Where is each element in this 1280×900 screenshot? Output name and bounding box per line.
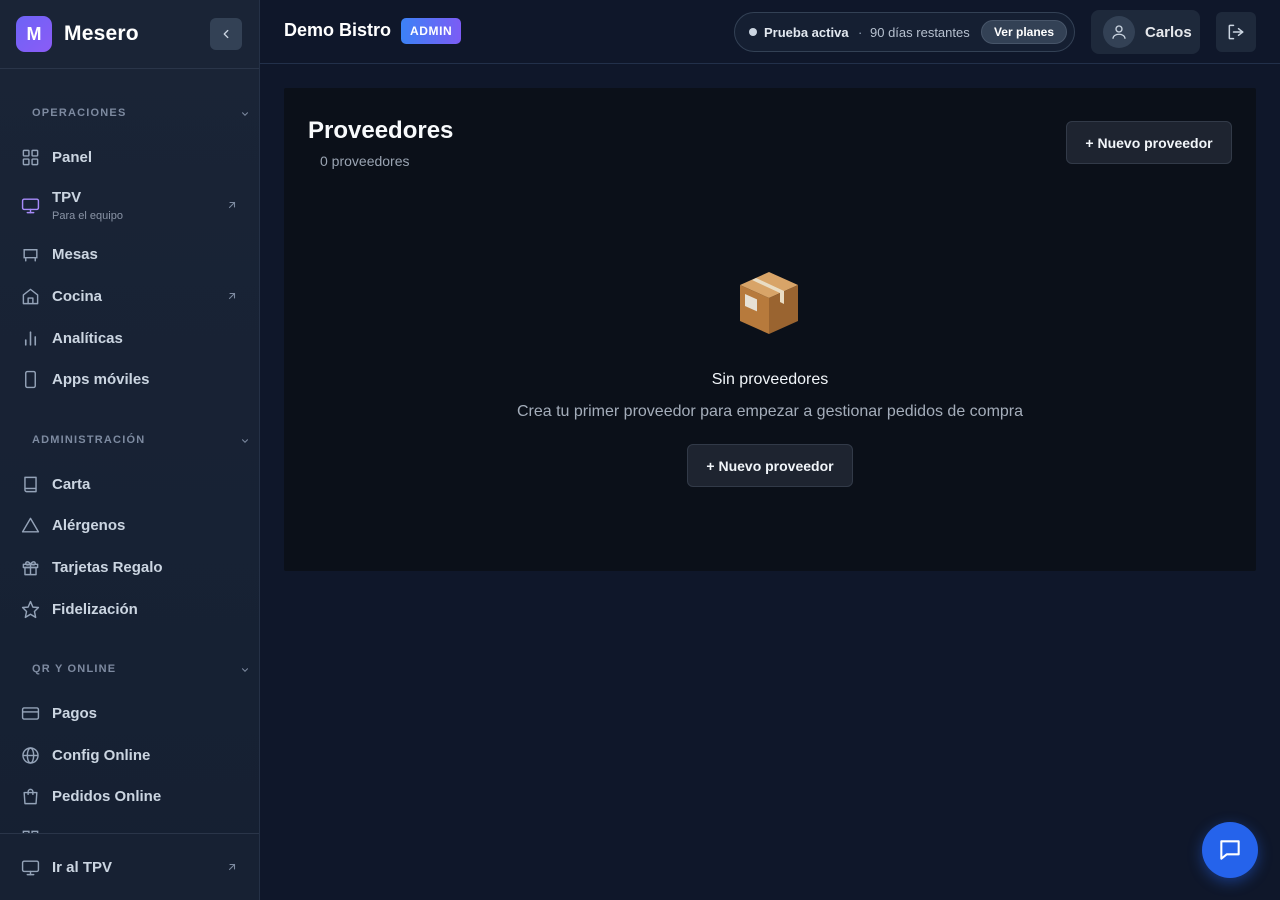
section-title-administracion[interactable]: ADMINISTRACIÓN [32,434,145,446]
page-title: Proveedores [308,117,454,144]
chevron-down-icon[interactable] [240,109,250,119]
table-icon [20,244,40,264]
sidebar-item-label: Cocina [52,287,103,305]
sidebar-item-config-online[interactable]: Config Online [0,735,259,775]
gift-icon [20,557,40,577]
top-bar: Demo Bistro ADMIN Prueba activa · 90 día… [260,0,1280,64]
chevron-down-icon[interactable] [240,665,250,675]
sidebar-footer: Ir al TPV [0,833,259,900]
section-title-qr-online[interactable]: QR Y ONLINE [32,663,116,675]
sidebar-item-panel[interactable]: Panel [0,137,259,177]
sidebar-item-label: Analíticas [52,329,123,347]
chevron-left-icon [223,29,229,39]
user-icon [1112,25,1126,39]
sidebar-nav: OPERACIONES Panel TPV Para el equipo Mes… [0,69,259,833]
section-title-operaciones[interactable]: OPERACIONES [32,107,127,119]
sidebar-item-label: Panel [52,148,93,166]
supplier-count: 0 proveedores [320,153,410,169]
book-icon [20,474,40,494]
external-link-icon [228,201,236,209]
monitor-icon [20,195,40,215]
sidebar-item-label: Carta [52,475,91,493]
brand-header: M Mesero [0,0,259,69]
chat-button[interactable] [1202,822,1258,878]
logout-icon [1228,24,1244,40]
status-dot-icon [749,28,757,36]
sidebar-item-label: Pedidos Online [52,787,162,805]
sidebar: M Mesero OPERACIONES Panel TPV Para el e… [0,0,260,900]
sidebar-item-label: TPV [52,189,82,206]
sidebar-item-label: Mesas [52,245,98,263]
sidebar-item-label: Pagos [52,704,98,722]
brand-name[interactable]: Mesero [64,22,139,46]
empty-state-description: Crea tu primer proveedor para empezar a … [516,403,1024,420]
sidebar-item-alergenos[interactable]: Alérgenos [0,505,259,545]
credit-card-icon [20,703,40,723]
external-link-icon [228,292,236,300]
trial-status: Prueba activa [764,24,849,40]
go-to-tpv-label: Ir al TPV [52,858,113,876]
sidebar-item-label: Config Online [52,746,151,764]
sidebar-item-tpv[interactable]: TPV Para el equipo [0,183,259,229]
external-link-icon [228,863,236,871]
sidebar-item-label: Tarjetas Regalo [52,558,163,576]
sidebar-item-apps-moviles[interactable]: Apps móviles [0,359,259,399]
trial-status-pill: Prueba activa · 90 días restantes Ver pl… [734,12,1075,52]
go-to-tpv-link[interactable]: Ir al TPV [0,847,259,887]
sidebar-item-mesas[interactable]: Mesas [0,234,259,274]
smartphone-icon [20,369,40,389]
sidebar-item-tarjetas-regalo[interactable]: Tarjetas Regalo [0,547,259,587]
sidebar-item-label: Alérgenos [52,516,126,534]
monitor-icon [20,857,40,877]
suppliers-card: Proveedores 0 proveedores + Nuevo provee… [284,88,1256,571]
role-badge: ADMIN [401,18,462,44]
brand-logo[interactable]: M [16,16,52,52]
user-menu[interactable]: Carlos [1091,10,1200,54]
new-supplier-button[interactable]: + Nuevo proveedor [1066,121,1232,164]
empty-state-title: Sin proveedores [711,371,829,388]
view-plans-button[interactable]: Ver planes [981,20,1067,44]
warning-triangle-icon [20,515,40,535]
avatar [1103,16,1135,48]
shopping-bag-icon [20,786,40,806]
sidebar-item-cocina[interactable]: Cocina [0,276,259,316]
user-name: Carlos [1145,23,1192,41]
star-icon [20,599,40,619]
logout-button[interactable] [1216,12,1256,52]
collapse-sidebar-button[interactable] [210,18,242,50]
home-icon [20,286,40,306]
bar-chart-icon [20,328,40,348]
globe-icon [20,745,40,765]
grid-icon [20,147,40,167]
chevron-down-icon[interactable] [240,436,250,446]
sidebar-item-pagos[interactable]: Pagos [0,693,259,733]
sidebar-item-sublabel: Para el equipo [52,210,123,222]
sidebar-item-clipped[interactable] [0,818,259,833]
trial-separator: · [858,24,863,40]
sidebar-item-carta[interactable]: Carta [0,464,259,504]
organization-name: Demo Bistro [284,20,392,40]
trial-remaining: 90 días restantes [870,24,970,40]
sidebar-item-label: Fidelización [52,600,138,618]
chat-icon [1220,840,1240,860]
sidebar-item-label: Apps móviles [52,370,150,388]
empty-state-new-supplier-button[interactable]: + Nuevo proveedor [687,444,853,487]
sidebar-item-pedidos-online[interactable]: Pedidos Online [0,776,259,816]
package-icon [736,268,802,338]
sidebar-item-analiticas[interactable]: Analíticas [0,318,259,358]
sidebar-item-fidelizacion[interactable]: Fidelización [0,589,259,629]
